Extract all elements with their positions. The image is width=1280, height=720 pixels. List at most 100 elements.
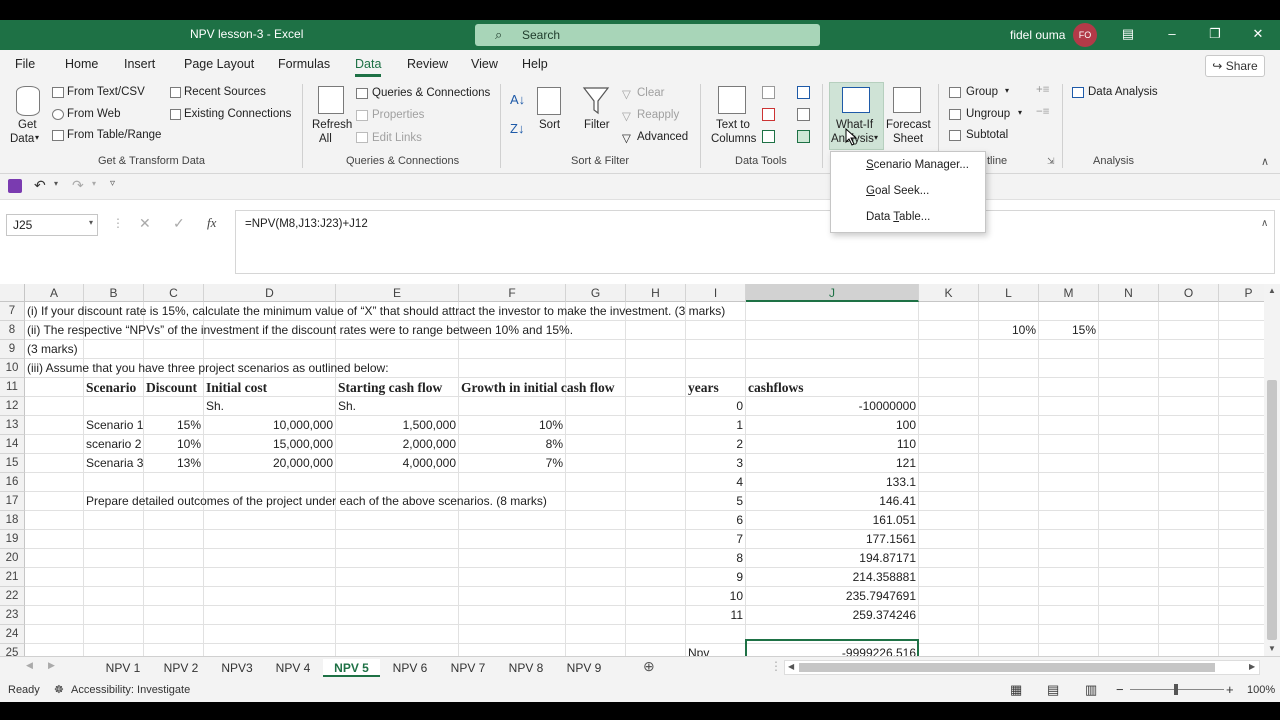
cell-b14[interactable]: scenario 2 [84, 435, 143, 454]
reapply-button[interactable]: Reapply [637, 109, 679, 121]
cell-i15[interactable]: 3 [686, 454, 745, 473]
sort-za-icon[interactable]: Z↓ [510, 121, 524, 136]
cell-j14[interactable]: 110 [746, 435, 918, 454]
save-icon[interactable] [8, 179, 22, 193]
cell-j11[interactable]: cashflows [746, 378, 806, 397]
properties-button[interactable]: Properties [372, 109, 424, 121]
cell-i20[interactable]: 8 [686, 549, 745, 568]
cell-i18[interactable]: 6 [686, 511, 745, 530]
data-validation-icon[interactable] [762, 130, 775, 143]
column-header-n[interactable]: N [1099, 284, 1159, 302]
column-header-j[interactable]: J [746, 284, 919, 302]
cell-b13[interactable]: Scenario 1 [84, 416, 145, 435]
queries-connections-button[interactable]: Queries & Connections [372, 87, 490, 99]
scenario-manager-menu-item[interactable]: Scenario Manager... [866, 159, 969, 171]
cell-c13[interactable]: 15% [144, 416, 203, 435]
accessibility-status[interactable]: Accessibility: Investigate [71, 684, 190, 696]
cell-e14[interactable]: 2,000,000 [336, 435, 458, 454]
row-header-13[interactable]: 13 [0, 416, 25, 435]
refresh-all-label-2[interactable]: All [319, 133, 332, 145]
cell-a10[interactable]: (iii) Assume that you have three project… [25, 359, 391, 378]
hide-detail-icon[interactable]: −≡ [1036, 106, 1049, 118]
cell-i19[interactable]: 7 [686, 530, 745, 549]
cell-f11[interactable]: Growth in initial cash flow [459, 378, 617, 397]
sheet-tab-npv-8[interactable]: NPV 8 [498, 659, 554, 677]
cell-i11[interactable]: years [686, 378, 721, 397]
cell-i16[interactable]: 4 [686, 473, 745, 492]
ribbon-display-icon[interactable]: ▤ [1118, 26, 1138, 42]
cell-e13[interactable]: 1,500,000 [336, 416, 458, 435]
row-header-9[interactable]: 9 [0, 340, 25, 359]
dialog-launcher-icon[interactable]: ⇲ [1047, 156, 1055, 167]
user-name[interactable]: fidel ouma [1010, 28, 1065, 42]
cell-i17[interactable]: 5 [686, 492, 745, 511]
chevron-down-icon[interactable]: ▾ [92, 179, 96, 188]
more-options-icon[interactable]: ⋮ [770, 659, 782, 673]
consolidate-icon[interactable] [797, 86, 810, 99]
undo-icon[interactable]: ↶ [34, 177, 46, 194]
sheet-tab-npv-9[interactable]: NPV 9 [556, 659, 612, 677]
cell-j13[interactable]: 100 [746, 416, 918, 435]
column-header-c[interactable]: C [144, 284, 204, 302]
share-button[interactable]: ↪ Share [1205, 55, 1265, 77]
sheet-tab-npv-6[interactable]: NPV 6 [382, 659, 438, 677]
row-header-18[interactable]: 18 [0, 511, 25, 530]
cell-i25[interactable]: Npv [686, 644, 711, 656]
row-header-17[interactable]: 17 [0, 492, 25, 511]
cell-i13[interactable]: 1 [686, 416, 745, 435]
worksheet-grid[interactable]: ABCDEFGHIJKLMNOP 7 8 9 10 11 12 13 14 15 16 17 18 19… [0, 284, 1264, 656]
collapse-ribbon-icon[interactable]: ∧ [1261, 155, 1269, 168]
data-analysis-button[interactable]: Data Analysis [1088, 86, 1158, 98]
tab-insert[interactable]: Insert [124, 57, 155, 71]
cell-e11[interactable]: Starting cash flow [336, 378, 444, 397]
row-header-19[interactable]: 19 [0, 530, 25, 549]
from-web-button[interactable]: From Web [67, 108, 120, 120]
scroll-down-icon[interactable]: ▼ [1268, 644, 1276, 653]
cell-i12[interactable]: 0 [686, 397, 745, 416]
cell-b15[interactable]: Scenaria 3 [84, 454, 145, 473]
sort-button[interactable]: Sort [539, 119, 560, 131]
row-header-24[interactable]: 24 [0, 625, 25, 644]
tab-home[interactable]: Home [65, 57, 98, 71]
cell-b11[interactable]: Scenario [84, 378, 138, 397]
clear-button[interactable]: Clear [637, 87, 664, 99]
zoom-slider-thumb[interactable] [1174, 684, 1178, 695]
data-model-icon[interactable] [797, 130, 810, 143]
column-header-h[interactable]: H [626, 284, 686, 302]
page-layout-view-icon[interactable]: ▤ [1047, 682, 1059, 698]
avatar[interactable]: FO [1073, 23, 1097, 47]
cell-a9[interactable]: (3 marks) [25, 340, 80, 359]
row-header-10[interactable]: 10 [0, 359, 25, 378]
recent-sources-button[interactable]: Recent Sources [184, 86, 266, 98]
advanced-button[interactable]: Advanced [637, 131, 688, 143]
tab-file[interactable]: File [15, 57, 35, 71]
cell-e12[interactable]: Sh. [336, 397, 358, 416]
tab-page-layout[interactable]: Page Layout [184, 57, 254, 71]
ungroup-button[interactable]: Ungroup [966, 108, 1010, 120]
sheet-tab-npv3[interactable]: NPV3 [211, 659, 263, 677]
cell-d13[interactable]: 10,000,000 [204, 416, 335, 435]
column-header-b[interactable]: B [84, 284, 144, 302]
cell-f15[interactable]: 7% [459, 454, 565, 473]
cell-j17[interactable]: 146.41 [746, 492, 918, 511]
cell-j12[interactable]: -10000000 [746, 397, 918, 416]
cell-i21[interactable]: 9 [686, 568, 745, 587]
goal-seek-menu-item[interactable]: Goal Seek... [866, 185, 929, 197]
scrollbar-thumb[interactable] [1267, 380, 1277, 640]
more-options-icon[interactable]: ⋮ [112, 216, 124, 230]
sheet-tab-npv-1[interactable]: NPV 1 [95, 659, 151, 677]
vertical-scrollbar[interactable]: ▲ ▼ [1264, 284, 1280, 656]
subtotal-button[interactable]: Subtotal [966, 129, 1008, 141]
row-header-21[interactable]: 21 [0, 568, 25, 587]
column-header-p[interactable]: P [1219, 284, 1264, 302]
from-table-range-button[interactable]: From Table/Range [67, 129, 161, 141]
get-data-label-1[interactable]: Get [18, 119, 37, 131]
cell-m8[interactable]: 15% [1039, 321, 1098, 340]
cell-e15[interactable]: 4,000,000 [336, 454, 458, 473]
row-header-12[interactable]: 12 [0, 397, 25, 416]
sort-az-icon[interactable]: A↓ [510, 92, 525, 107]
tab-help[interactable]: Help [522, 57, 548, 71]
column-header-l[interactable]: L [979, 284, 1039, 302]
scroll-left-icon[interactable]: ◀ [788, 662, 794, 671]
cell-j15[interactable]: 121 [746, 454, 918, 473]
